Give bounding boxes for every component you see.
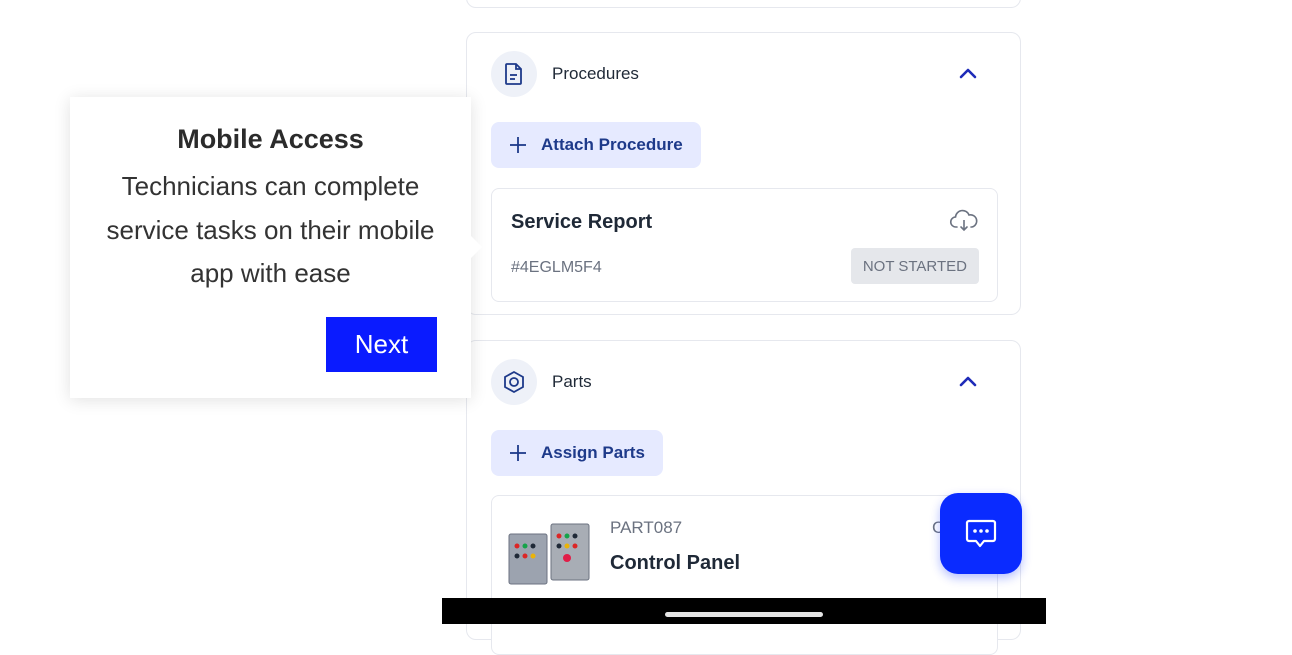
parts-header[interactable]: Parts xyxy=(491,359,592,405)
chat-icon xyxy=(965,519,997,547)
procedures-header[interactable]: Procedures xyxy=(491,51,639,97)
previous-section-card xyxy=(466,0,1021,8)
attach-procedure-label: Attach Procedure xyxy=(541,135,683,154)
document-icon xyxy=(491,51,537,97)
onboarding-tooltip: Mobile Access Technicians can complete s… xyxy=(70,97,471,398)
control-panel-image xyxy=(508,523,590,585)
next-button[interactable]: Next xyxy=(326,317,437,372)
chevron-up-icon[interactable] xyxy=(958,65,978,81)
home-indicator[interactable] xyxy=(665,612,823,617)
parts-title: Parts xyxy=(552,372,592,391)
procedure-title: Service Report xyxy=(511,211,653,233)
procedure-item[interactable]: Service Report #4EGLM5F4 NOT STARTED xyxy=(491,188,998,302)
part-code: PART087 xyxy=(610,518,683,537)
procedures-title: Procedures xyxy=(552,64,639,83)
tooltip-pointer xyxy=(471,236,482,258)
cloud-download-icon[interactable] xyxy=(949,209,979,233)
status-badge: NOT STARTED xyxy=(850,248,979,284)
tooltip-body: Technicians can complete service tasks o… xyxy=(106,171,435,288)
part-item[interactable]: PART087 Control Panel C xyxy=(491,495,998,655)
assign-parts-button[interactable]: Assign Parts xyxy=(491,430,663,476)
attach-procedure-button[interactable]: Attach Procedure xyxy=(491,122,701,168)
assign-parts-label: Assign Parts xyxy=(541,443,645,462)
chat-button[interactable] xyxy=(940,493,1022,574)
procedure-id: #4EGLM5F4 xyxy=(511,259,602,276)
hexagon-nut-icon xyxy=(491,359,537,405)
system-nav-bar xyxy=(442,598,1046,624)
part-name: Control Panel xyxy=(610,552,741,574)
parts-section: Parts Assign Parts PART087 Control Panel… xyxy=(466,340,1021,655)
chevron-up-icon[interactable] xyxy=(958,373,978,389)
tooltip-title: Mobile Access xyxy=(177,124,364,154)
plus-icon xyxy=(510,137,526,153)
plus-icon xyxy=(510,445,526,461)
procedures-section: Procedures Attach Procedure Service Repo… xyxy=(466,32,1021,315)
